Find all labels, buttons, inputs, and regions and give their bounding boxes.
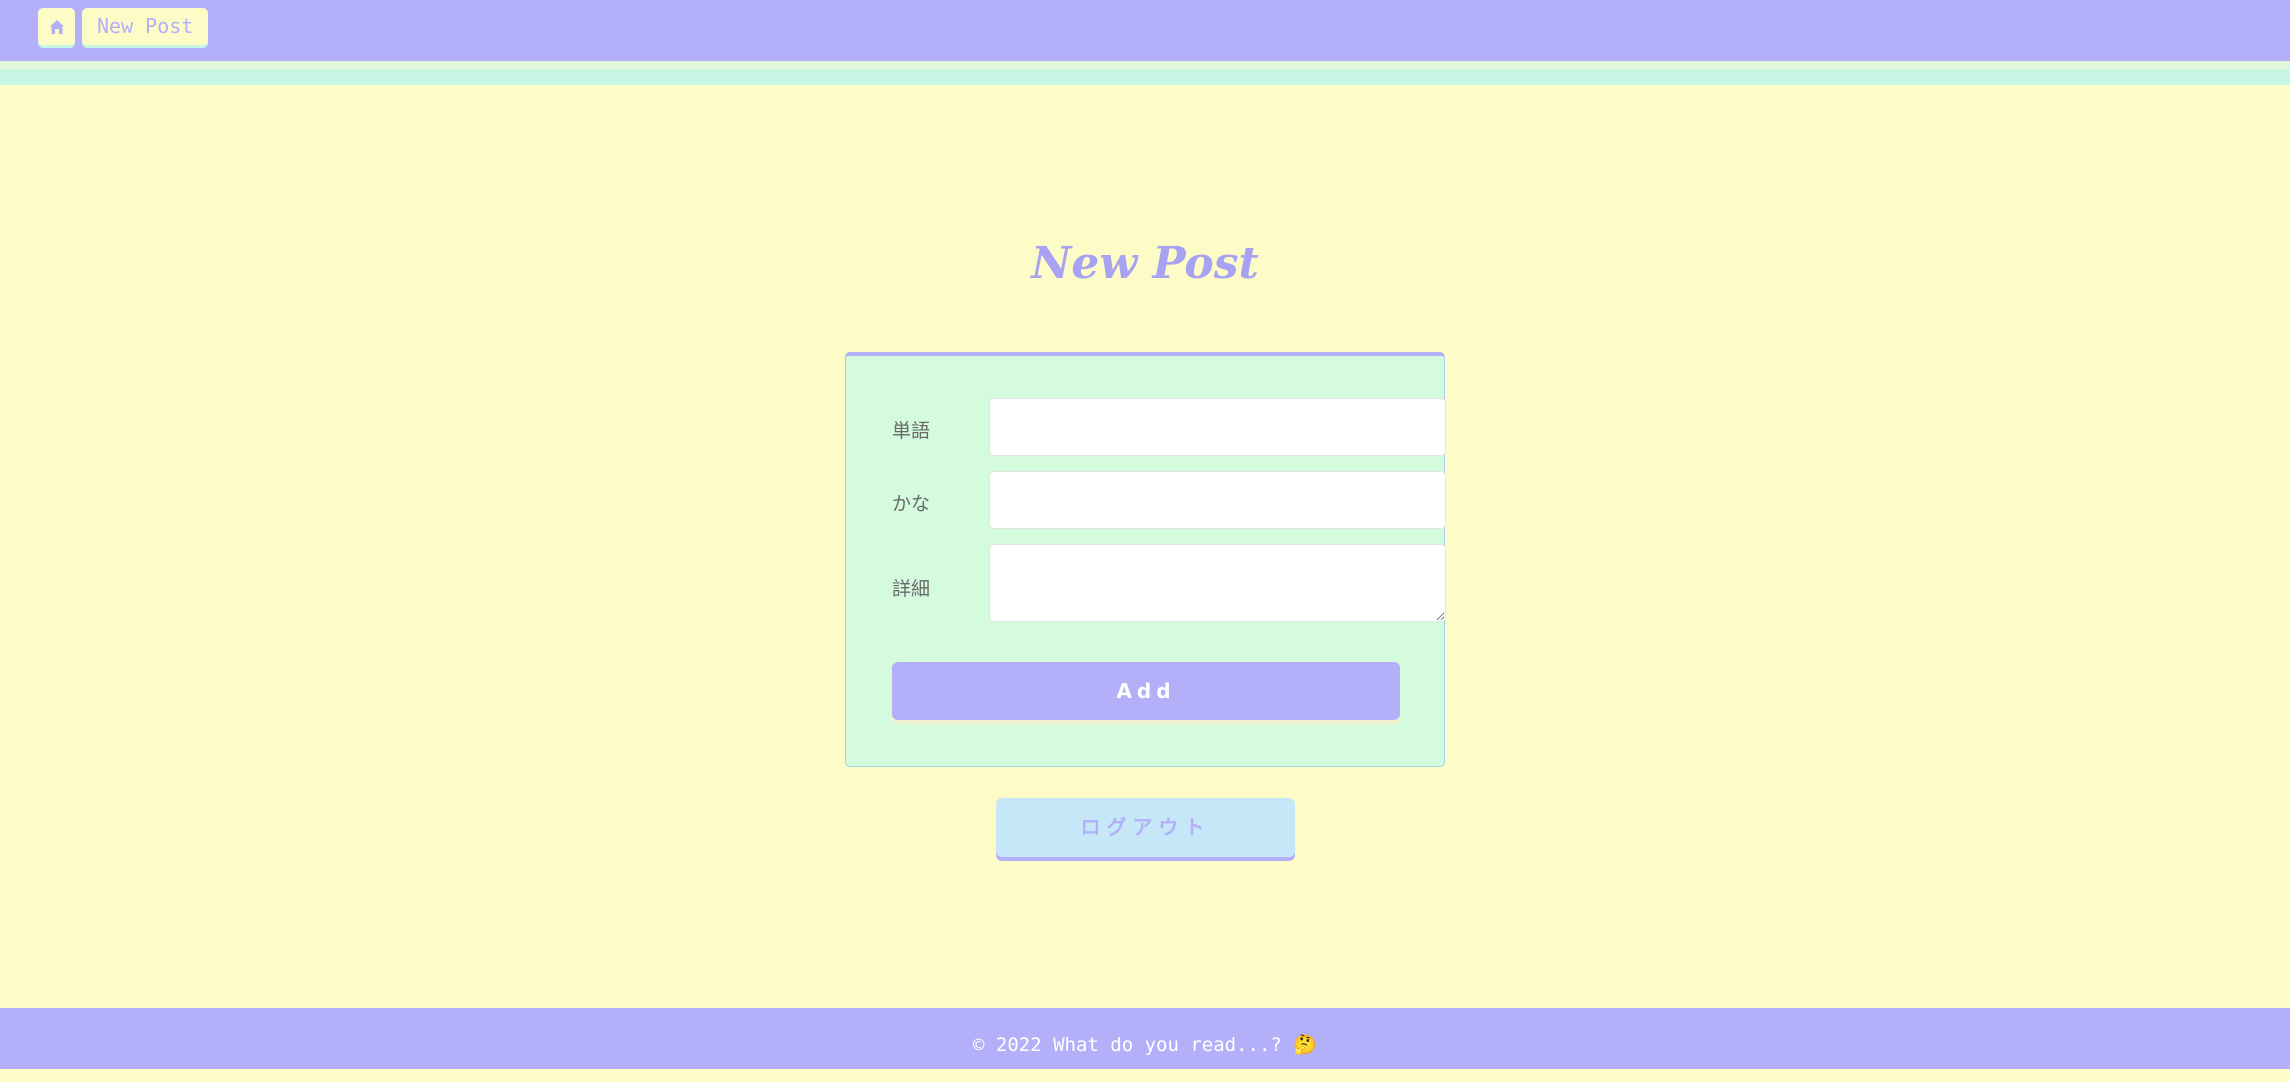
top-navigation-bar: New Post bbox=[0, 0, 2290, 61]
footer-copyright: © 2022 What do you read...? 🤔 bbox=[973, 1034, 1317, 1056]
logout-button[interactable]: ログアウト bbox=[996, 798, 1295, 857]
page-title: New Post bbox=[1031, 238, 1259, 289]
kana-input[interactable] bbox=[989, 471, 1446, 529]
header-stripe bbox=[0, 61, 2290, 85]
detail-textarea[interactable] bbox=[989, 544, 1446, 622]
new-post-form: 単語 かな 詳細 Add bbox=[845, 352, 1446, 767]
breadcrumb-new-post[interactable]: New Post bbox=[82, 8, 209, 45]
home-button[interactable] bbox=[38, 8, 75, 45]
word-label: 単語 bbox=[892, 420, 931, 442]
word-input[interactable] bbox=[989, 398, 1446, 456]
footer: © 2022 What do you read...? 🤔 bbox=[0, 1008, 2290, 1069]
detail-label: 詳細 bbox=[892, 578, 931, 600]
kana-label: かな bbox=[892, 493, 931, 515]
add-button[interactable]: Add bbox=[892, 662, 1400, 720]
home-icon bbox=[49, 19, 64, 34]
